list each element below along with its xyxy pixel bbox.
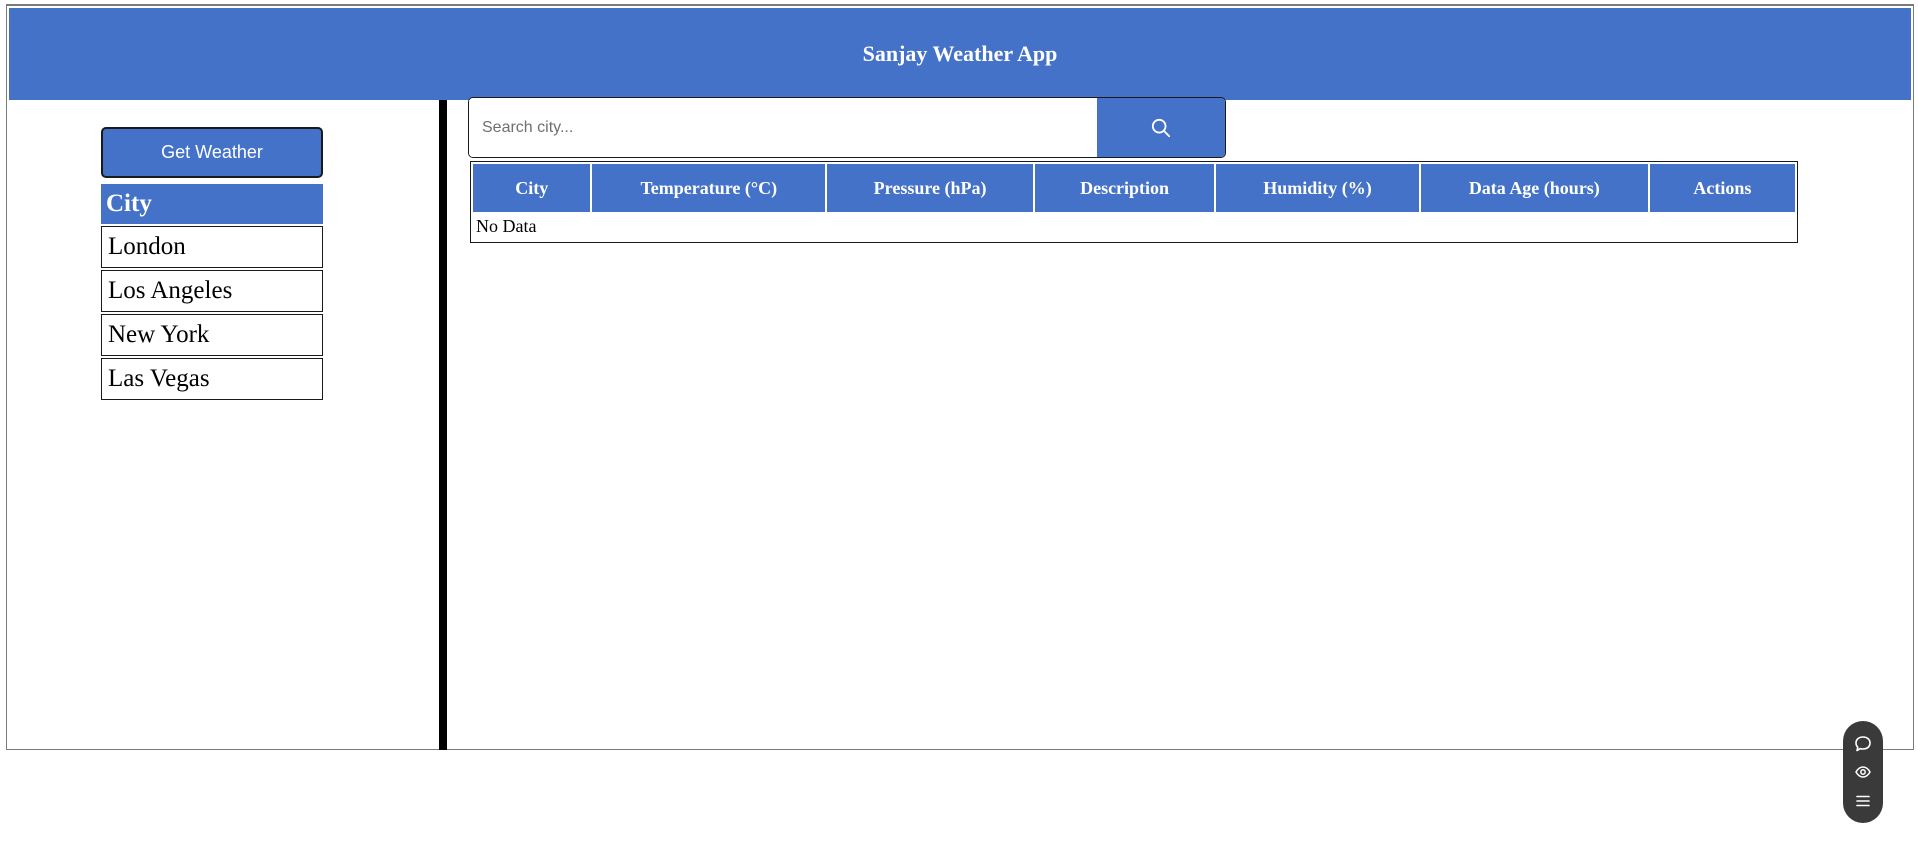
city-list: City London Los Angeles New York Las Veg… [101,184,323,400]
search-bar [468,97,1226,158]
city-item-new-york[interactable]: New York [101,314,323,356]
column-header-pressure: Pressure (hPa) [827,164,1034,212]
app-title: Sanjay Weather App [862,41,1058,66]
search-input[interactable] [469,98,1097,157]
app-header: Sanjay Weather App [9,8,1911,100]
column-header-city: City [473,164,591,212]
eye-icon[interactable] [1853,762,1873,782]
weather-table-header-row: City Temperature (°C) Pressure (hPa) Des… [473,164,1795,212]
get-weather-button[interactable]: Get Weather [101,127,323,178]
weather-table: City Temperature (°C) Pressure (hPa) Des… [471,162,1797,240]
panel-divider[interactable] [439,100,447,750]
column-header-humidity: Humidity (%) [1216,164,1419,212]
menu-icon[interactable] [1853,791,1873,811]
table-row: No Data [473,214,1795,238]
column-header-temperature: Temperature (°C) [592,164,826,212]
empty-table-message: No Data [476,215,537,236]
city-item-london[interactable]: London [101,226,323,268]
city-item-los-angeles[interactable]: Los Angeles [101,270,323,312]
city-list-header: City [101,184,323,224]
search-button[interactable] [1097,98,1225,157]
column-header-description: Description [1035,164,1215,212]
weather-table-container: City Temperature (°C) Pressure (hPa) Des… [470,161,1798,243]
floating-toolbar [1843,721,1883,823]
column-header-actions: Actions [1649,164,1795,212]
city-item-las-vegas[interactable]: Las Vegas [101,358,323,400]
search-icon [1151,118,1171,138]
city-sidebar: Get Weather City London Los Angeles New … [7,100,439,750]
chat-icon[interactable] [1853,734,1873,754]
column-header-data-age: Data Age (hours) [1420,164,1648,212]
